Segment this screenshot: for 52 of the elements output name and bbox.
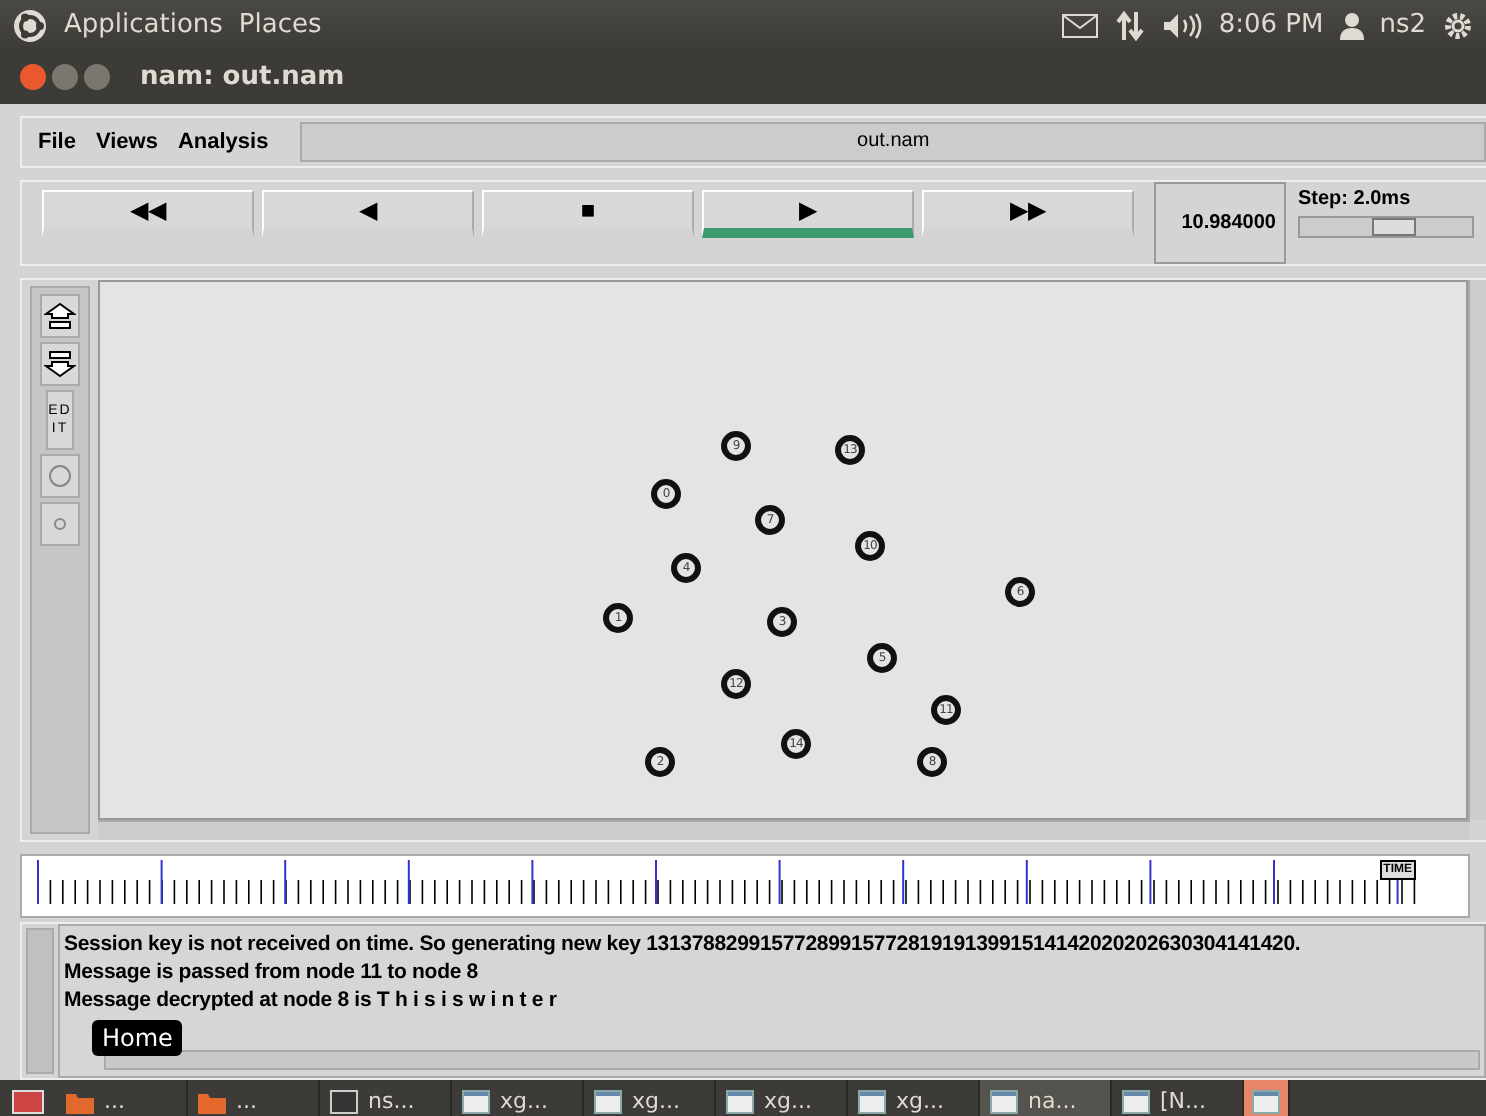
menu-item[interactable]: File <box>38 129 76 154</box>
step-label: Step: 2.0ms <box>1298 187 1413 210</box>
speaker-icon[interactable] <box>1162 11 1203 39</box>
minimize-button[interactable] <box>52 64 78 90</box>
taskbar-item[interactable]: na... <box>980 1080 1112 1116</box>
folder-icon <box>198 1089 226 1113</box>
playback-button[interactable]: ◀ <box>262 189 474 238</box>
vertical-scrollbar[interactable] <box>26 928 54 1075</box>
circle-icon <box>48 464 72 489</box>
horizontal-scrollbar[interactable] <box>104 1050 1480 1071</box>
terminal-icon <box>330 1089 358 1113</box>
network-icon[interactable] <box>1114 9 1147 41</box>
time-display: 10.984000 <box>1154 181 1286 265</box>
playback-button[interactable]: ▶ <box>702 189 914 238</box>
logo-icon[interactable] <box>12 7 48 43</box>
user-name[interactable]: ns2 <box>1379 10 1426 40</box>
taskbar-item[interactable] <box>1244 1080 1290 1116</box>
log-line: Message is passed from node 11 to node 8 <box>64 960 480 985</box>
user-icon[interactable] <box>1339 11 1364 39</box>
circle-icon <box>52 516 68 533</box>
window-icon <box>726 1089 754 1113</box>
log-line: Session key is not received on time. So generating new key 131378829915772899157728191913991514142020202630304141420. <box>64 932 1303 957</box>
horizontal-scrollbar[interactable] <box>98 820 1470 841</box>
menu-item[interactable]: Views <box>95 129 158 154</box>
window-icon <box>990 1089 1018 1113</box>
window-title: nam: out.nam <box>140 62 345 92</box>
playback-button[interactable]: ▶▶ <box>922 189 1134 238</box>
close-button[interactable] <box>20 64 46 90</box>
desktop-icon[interactable] <box>12 1089 44 1113</box>
window-icon <box>858 1089 886 1113</box>
window-icon <box>1122 1089 1150 1113</box>
step-slider[interactable] <box>1298 215 1474 238</box>
vertical-scrollbar[interactable] <box>1468 280 1486 821</box>
playback-button[interactable]: ◀◀ <box>42 189 254 238</box>
window-icon <box>594 1089 622 1113</box>
panel-menu[interactable]: Applications <box>64 10 223 40</box>
zoom-out-icon <box>44 350 76 379</box>
maximize-button[interactable] <box>84 64 110 90</box>
log-line: Message decrypted at node 8 is T h i s i s w i n t e r <box>64 988 559 1013</box>
window-icon <box>1252 1089 1280 1113</box>
file-name-field: out.nam <box>300 121 1486 162</box>
folder-icon <box>66 1089 94 1113</box>
playback-button[interactable]: ■ <box>482 189 694 238</box>
menu-item[interactable]: Analysis <box>177 129 269 154</box>
panel-menu[interactable]: Places <box>238 10 322 40</box>
tooltip: Home <box>92 1020 183 1056</box>
zoom-in-icon <box>44 302 76 331</box>
window-icon <box>462 1089 490 1113</box>
mail-icon[interactable] <box>1062 13 1099 37</box>
clock[interactable]: 8:06 PM <box>1218 10 1324 40</box>
gear-icon[interactable] <box>1442 9 1474 41</box>
slider-thumb[interactable] <box>1372 217 1417 236</box>
